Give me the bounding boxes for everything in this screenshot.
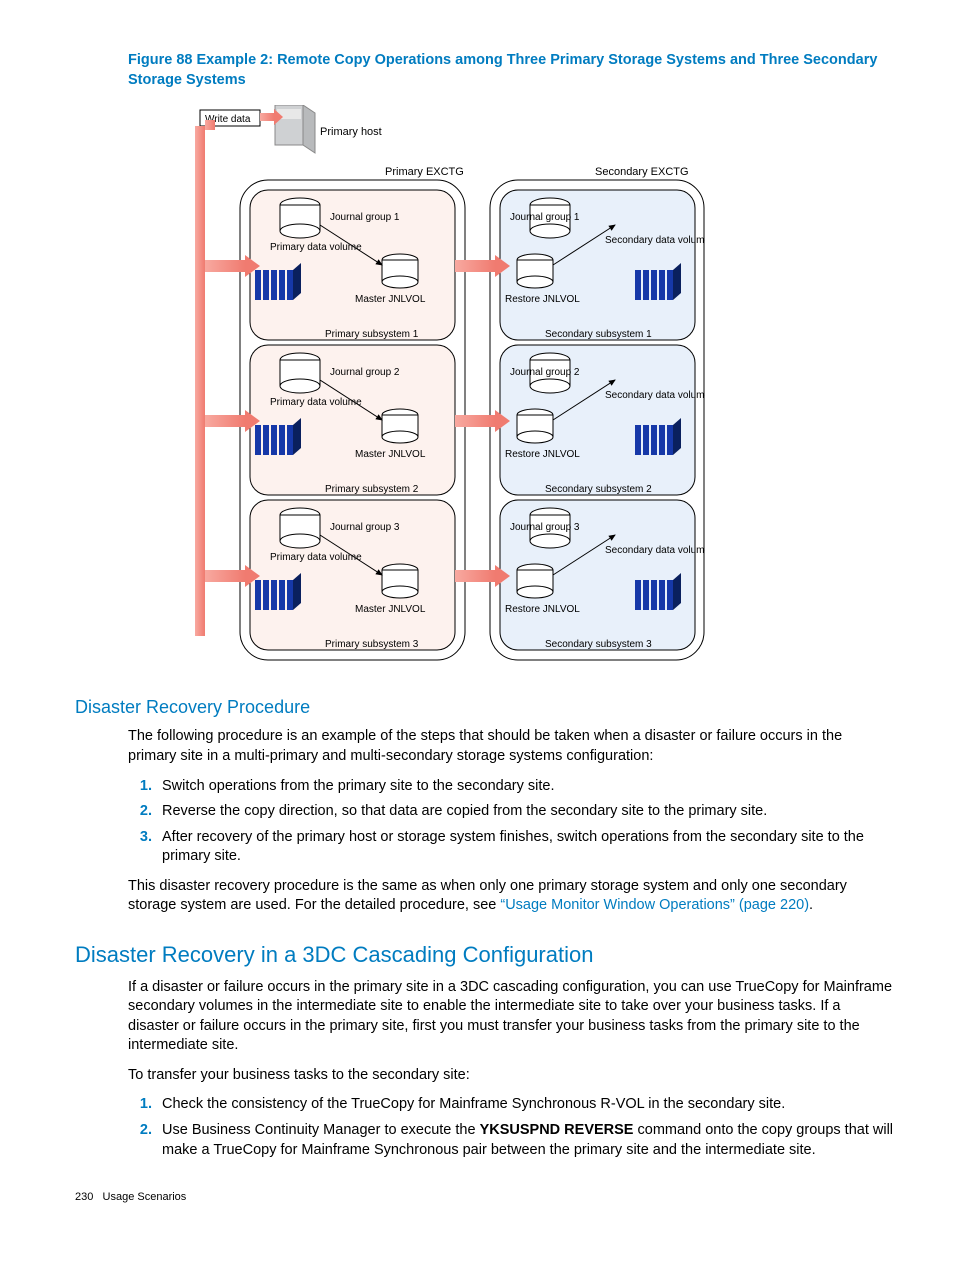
svg-text:Journal group 2: Journal group 2 <box>330 367 400 378</box>
drp-steps: Switch operations from the primary site … <box>128 777 894 867</box>
label-primary-exctg: Primary EXCTG <box>385 166 464 178</box>
drp-step-2: Reverse the copy direction, so that data… <box>156 802 894 822</box>
label-primary-host: Primary host <box>320 126 382 138</box>
svg-text:Journal group 2: Journal group 2 <box>510 367 580 378</box>
svg-text:Primary subsystem 1: Primary subsystem 1 <box>325 329 419 340</box>
dr3dc-p1: If a disaster or failure occurs in the p… <box>128 978 894 1056</box>
dr3dc-steps: Check the consistency of the TrueCopy fo… <box>128 1095 894 1160</box>
svg-text:Restore JNLVOL: Restore JNLVOL <box>505 604 580 615</box>
heading-dr3dc: Disaster Recovery in a 3DC Cascading Con… <box>75 940 894 970</box>
svg-text:Secondary subsystem 3: Secondary subsystem 3 <box>545 639 652 650</box>
svg-text:Primary subsystem 3: Primary subsystem 3 <box>325 639 419 650</box>
link-usage-monitor[interactable]: “Usage Monitor Window Operations” (page … <box>500 897 809 913</box>
drp-outro: This disaster recovery procedure is the … <box>128 877 894 916</box>
svg-text:Journal group 3: Journal group 3 <box>510 522 580 533</box>
svg-text:Master JNLVOL: Master JNLVOL <box>355 294 426 305</box>
svg-text:Secondary subsystem 1: Secondary subsystem 1 <box>545 329 652 340</box>
figure-title: Figure 88 Example 2: Remote Copy Operati… <box>128 50 894 91</box>
drp-step-1: Switch operations from the primary site … <box>156 777 894 797</box>
label-secondary-exctg: Secondary EXCTG <box>595 166 689 178</box>
figure-diagram: Write data Primary host Primary EXCTG Se… <box>145 105 894 672</box>
svg-text:Master JNLVOL: Master JNLVOL <box>355 449 426 460</box>
heading-drp: Disaster Recovery Procedure <box>75 695 894 719</box>
svg-text:Secondary subsystem 2: Secondary subsystem 2 <box>545 484 652 495</box>
drp-intro: The following procedure is an example of… <box>128 727 894 766</box>
drp-step-3: After recovery of the primary host or st… <box>156 828 894 867</box>
svg-text:Master JNLVOL: Master JNLVOL <box>355 604 426 615</box>
svg-text:Journal group 1: Journal group 1 <box>510 212 580 223</box>
svg-text:Journal group 3: Journal group 3 <box>330 522 400 533</box>
svg-text:Secondary data volume: Secondary data volume <box>605 390 705 401</box>
svg-text:Primary subsystem 2: Primary subsystem 2 <box>325 484 419 495</box>
svg-text:Journal group 1: Journal group 1 <box>330 212 400 223</box>
svg-text:Restore JNLVOL: Restore JNLVOL <box>505 449 580 460</box>
dr3dc-step-2: Use Business Continuity Manager to execu… <box>156 1121 894 1160</box>
svg-text:Restore JNLVOL: Restore JNLVOL <box>505 294 580 305</box>
page-footer: 230 Usage Scenarios <box>75 1190 894 1205</box>
svg-text:Secondary data volume: Secondary data volume <box>605 235 705 246</box>
dr3dc-step-1: Check the consistency of the TrueCopy fo… <box>156 1095 894 1115</box>
dr3dc-p2: To transfer your business tasks to the s… <box>128 1066 894 1086</box>
primary-host-icon <box>275 105 315 153</box>
svg-text:Secondary data volume: Secondary data volume <box>605 545 705 556</box>
